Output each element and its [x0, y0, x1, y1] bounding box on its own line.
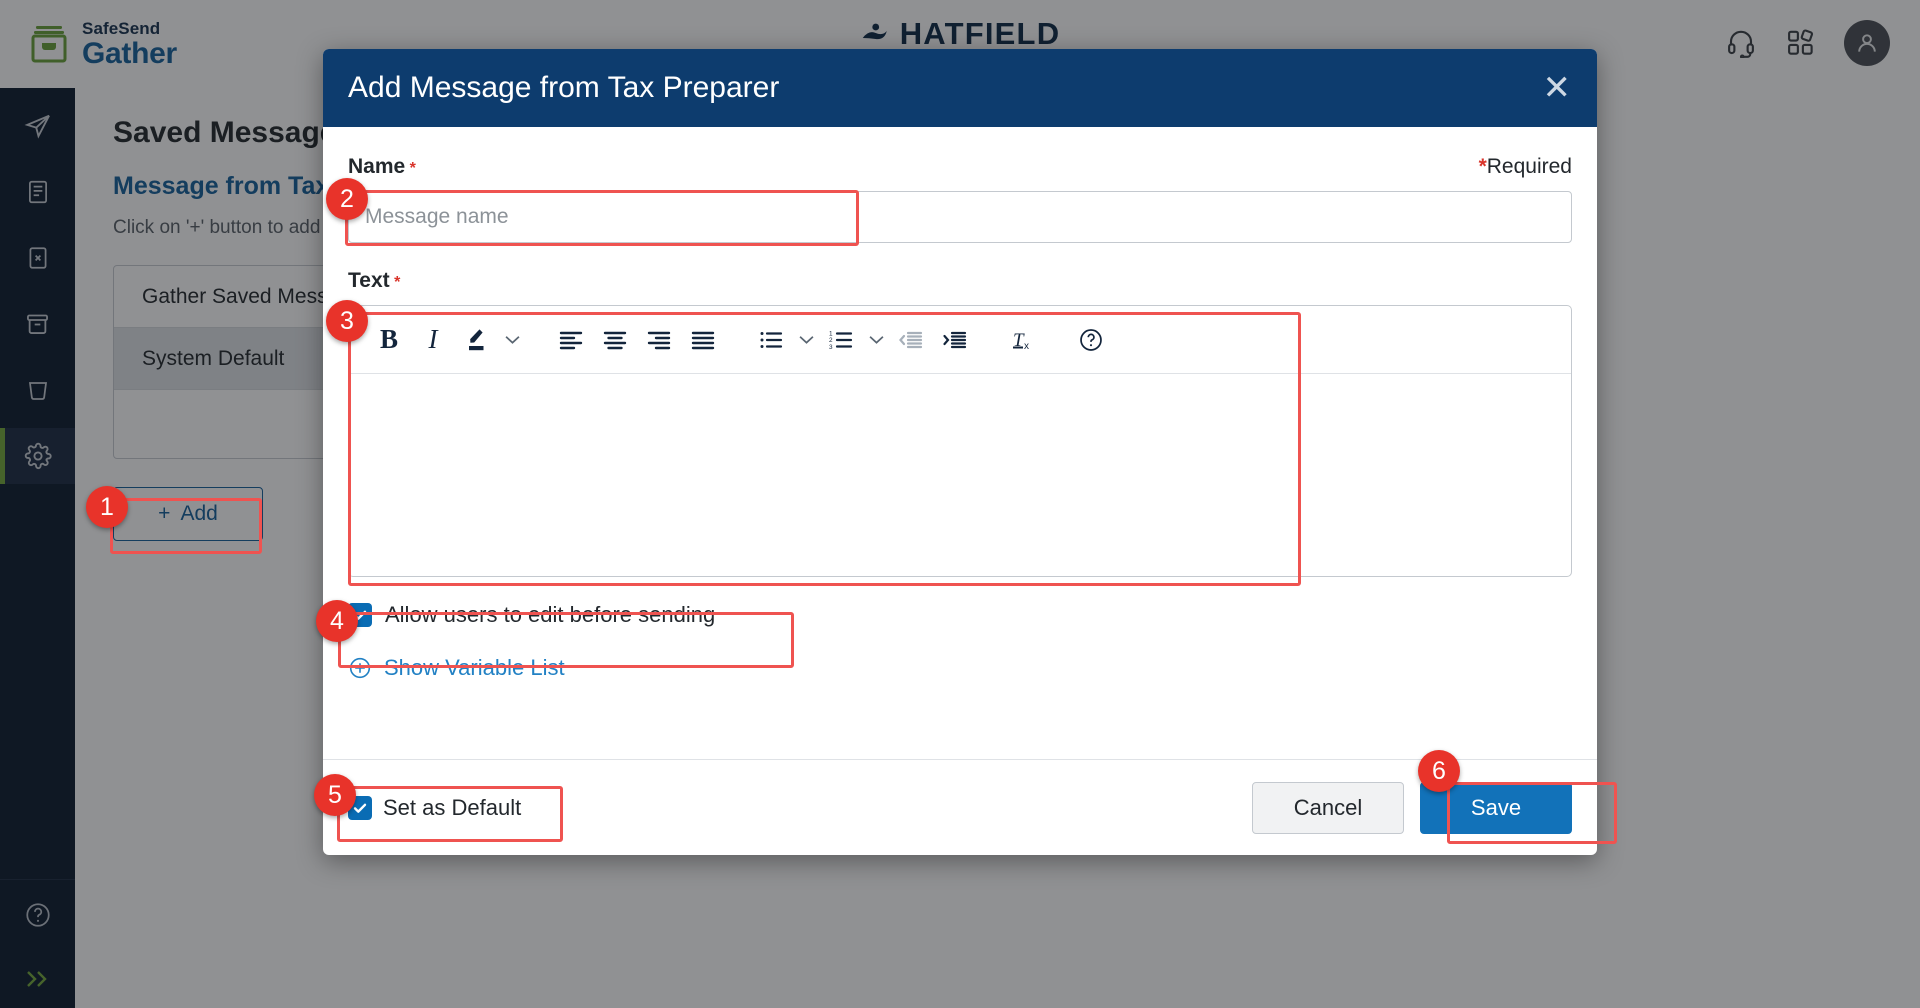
svg-text:x: x	[1024, 341, 1029, 352]
editor-toolbar: B I 1 2 3 T x	[349, 306, 1571, 374]
help-circle-icon	[1080, 328, 1102, 351]
name-label: Name	[348, 155, 406, 178]
bold-button[interactable]: B	[367, 318, 411, 362]
highlight-color-dropdown[interactable]	[499, 318, 525, 362]
text-label: Text	[348, 269, 390, 292]
modal-header: Add Message from Tax Preparer ✕	[323, 49, 1597, 127]
show-variable-list-label: Show Variable List	[384, 655, 565, 680]
numbered-list-dropdown[interactable]	[863, 318, 889, 362]
plus-circle-icon	[349, 657, 371, 679]
indent-button[interactable]	[933, 318, 977, 362]
allow-edit-label: Allow users to edit before sending	[385, 602, 716, 627]
bold-icon: B	[379, 324, 398, 354]
footer-actions: Cancel Save	[1252, 781, 1572, 834]
numbered-list-icon: 1 2 3	[829, 330, 853, 350]
check-icon	[353, 803, 367, 813]
required-note: *Required	[1479, 155, 1572, 179]
screen-root: SafeSend Gather HATFIELD Saved Messages …	[0, 0, 1920, 1008]
align-left-icon	[559, 331, 583, 349]
allow-edit-checkbox[interactable]	[348, 603, 372, 627]
highlighter-pen-icon	[469, 328, 484, 350]
set-as-default-label: Set as Default	[383, 794, 522, 820]
bullet-list-dropdown[interactable]	[793, 318, 819, 362]
italic-icon: I	[428, 324, 438, 354]
cancel-button[interactable]: Cancel	[1252, 781, 1404, 834]
chevron-down-icon	[504, 335, 520, 344]
align-justify-icon	[691, 331, 715, 349]
modal-footer: Set as Default Cancel Save	[323, 759, 1597, 855]
text-label-row: Text *	[348, 269, 1572, 293]
set-as-default-checkbox-row[interactable]: Set as Default	[348, 795, 521, 821]
align-center-icon	[603, 331, 627, 349]
align-justify-button[interactable]	[681, 318, 725, 362]
chevron-down-icon	[798, 335, 814, 344]
add-message-modal: Add Message from Tax Preparer ✕ Name * *…	[323, 49, 1597, 855]
clear-formatting-button[interactable]: T x	[1001, 318, 1045, 362]
outdent-icon	[899, 331, 923, 348]
bullet-list-button[interactable]	[749, 318, 793, 362]
show-variable-list-button[interactable]: Show Variable List	[348, 655, 565, 681]
clear-format-icon: T x	[1013, 330, 1029, 352]
close-icon[interactable]: ✕	[1543, 71, 1572, 105]
name-label-row: Name * *Required	[348, 155, 1572, 179]
allow-edit-checkbox-row[interactable]: Allow users to edit before sending	[348, 602, 1572, 628]
required-note-star: *	[1478, 155, 1487, 178]
modal-body: Name * *Required Text * B I	[323, 127, 1597, 759]
italic-button[interactable]: I	[411, 318, 455, 362]
text-required-star: *	[394, 274, 401, 291]
text-editor: B I 1 2 3 T x	[348, 305, 1572, 577]
align-left-button[interactable]	[549, 318, 593, 362]
modal-title: Add Message from Tax Preparer	[348, 71, 780, 104]
check-icon	[353, 610, 367, 620]
name-input[interactable]	[348, 191, 1572, 243]
indent-icon	[943, 331, 967, 348]
svg-text:3: 3	[829, 343, 833, 350]
name-required-star: *	[409, 160, 416, 177]
editor-help-button[interactable]	[1069, 318, 1113, 362]
align-right-button[interactable]	[637, 318, 681, 362]
bullet-list-icon	[760, 331, 783, 348]
required-note-label: Required	[1486, 155, 1572, 178]
text-editor-area[interactable]	[349, 374, 1571, 576]
numbered-list-button[interactable]: 1 2 3	[819, 318, 863, 362]
highlight-color-button[interactable]	[455, 318, 499, 362]
align-right-icon	[647, 331, 671, 349]
align-center-button[interactable]	[593, 318, 637, 362]
outdent-button[interactable]	[889, 318, 933, 362]
set-as-default-checkbox[interactable]	[348, 795, 372, 820]
save-button[interactable]: Save	[1420, 781, 1572, 834]
chevron-down-icon	[868, 335, 884, 344]
